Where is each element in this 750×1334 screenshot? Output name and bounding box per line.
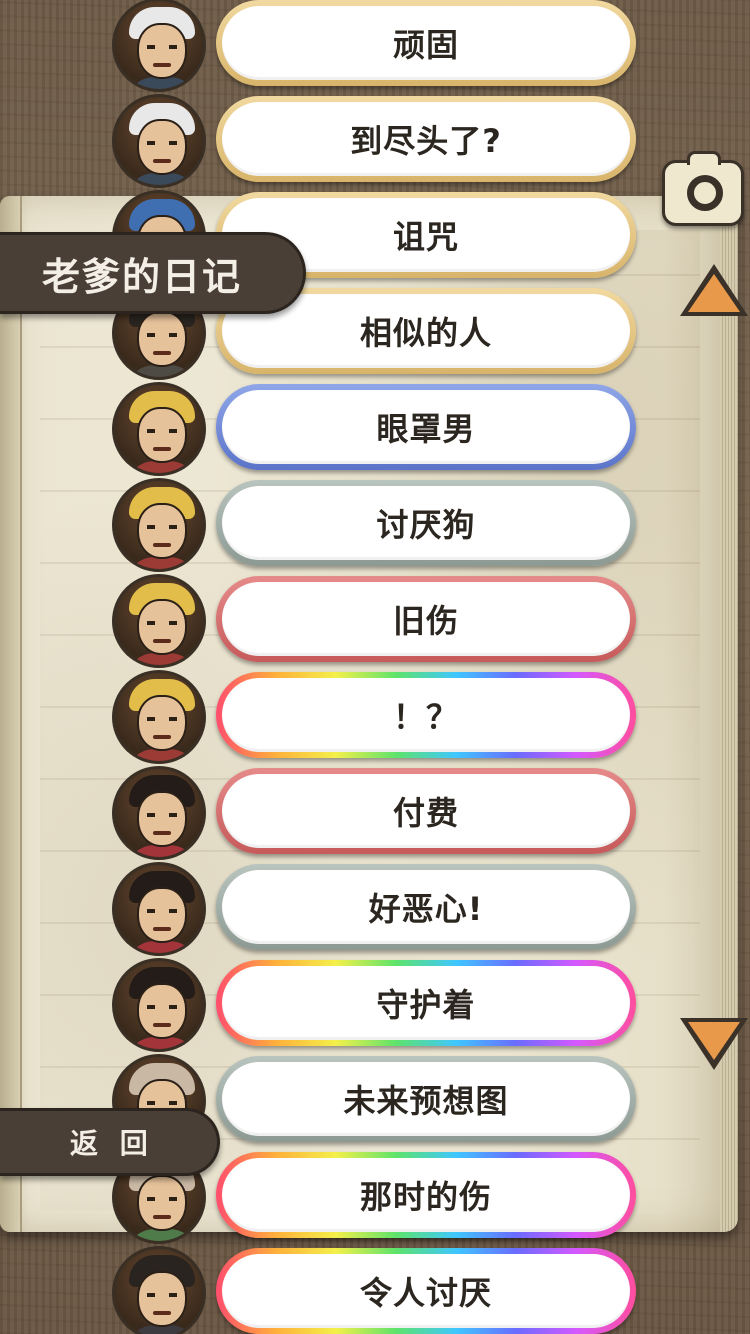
entry-label: ！？ [222, 678, 630, 752]
entry-button[interactable]: 守护着 [216, 960, 636, 1046]
character-avatar [112, 574, 206, 668]
entry-button[interactable]: 未来预想图 [216, 1056, 636, 1142]
diary-entry[interactable]: 眼罩男 [112, 382, 642, 476]
character-avatar [112, 478, 206, 572]
book-spine [0, 196, 22, 1232]
character-avatar [112, 862, 206, 956]
entry-label: 守护着 [222, 966, 630, 1040]
entry-button[interactable]: 顽固 [216, 0, 636, 86]
entry-button[interactable]: 好恶心! [216, 864, 636, 950]
character-avatar [112, 94, 206, 188]
entry-button[interactable]: 那时的伤 [216, 1152, 636, 1238]
character-avatar [112, 766, 206, 860]
camera-lens-icon [687, 175, 723, 211]
scroll-down-button[interactable] [680, 1018, 748, 1070]
entry-label: 讨厌狗 [222, 486, 630, 560]
diary-entry[interactable]: 到尽头了? [112, 94, 642, 188]
diary-entry[interactable]: 旧伤 [112, 574, 642, 668]
page-title: 老爹的日记 [0, 232, 306, 314]
back-button[interactable]: 返 回 [0, 1108, 220, 1176]
diary-entry[interactable]: 顽固 [112, 0, 642, 92]
entry-label: 旧伤 [222, 582, 630, 656]
character-avatar [112, 1246, 206, 1334]
entry-label: 未来预想图 [222, 1062, 630, 1136]
camera-icon [687, 151, 721, 165]
entry-button[interactable]: 到尽头了? [216, 96, 636, 182]
entry-button[interactable]: 旧伤 [216, 576, 636, 662]
scroll-up-button[interactable] [680, 264, 748, 316]
character-avatar [112, 670, 206, 764]
entry-label: 那时的伤 [222, 1158, 630, 1232]
diary-entry[interactable]: 付费 [112, 766, 642, 860]
character-avatar [112, 958, 206, 1052]
camera-button[interactable] [662, 151, 744, 226]
diary-entry[interactable]: 令人讨厌 [112, 1246, 642, 1334]
entry-button[interactable]: 付费 [216, 768, 636, 854]
entry-label: 令人讨厌 [222, 1254, 630, 1328]
entry-button[interactable]: 眼罩男 [216, 384, 636, 470]
entry-label: 到尽头了? [222, 102, 630, 176]
entry-label: 眼罩男 [222, 390, 630, 464]
entry-button[interactable]: 讨厌狗 [216, 480, 636, 566]
entry-button[interactable]: 令人讨厌 [216, 1248, 636, 1334]
entry-button[interactable]: ！？ [216, 672, 636, 758]
diary-entry[interactable]: 守护着 [112, 958, 642, 1052]
entry-label: 好恶心! [222, 870, 630, 944]
diary-entry[interactable]: ！？ [112, 670, 642, 764]
book-page-edge [720, 196, 738, 1232]
entry-label: 付费 [222, 774, 630, 848]
character-avatar [112, 382, 206, 476]
diary-entry[interactable]: 讨厌狗 [112, 478, 642, 572]
entry-label: 顽固 [222, 6, 630, 80]
diary-entry[interactable]: 好恶心! [112, 862, 642, 956]
character-avatar [112, 0, 206, 92]
